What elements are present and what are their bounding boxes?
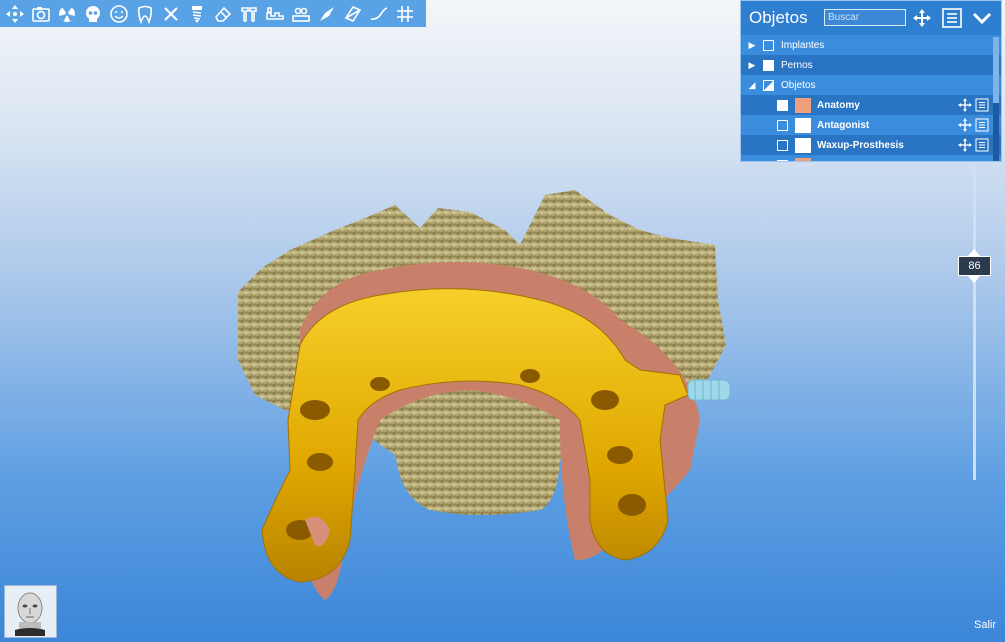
slider-value[interactable]: 86 (958, 256, 991, 276)
collapse-icon[interactable]: ◢ (745, 80, 759, 91)
panel-scrollbar[interactable] (993, 37, 999, 161)
panel-title: Objetos (749, 8, 808, 27)
object-row-waxup-prosthesis[interactable]: Waxup-Prosthesis (741, 135, 1001, 155)
visibility-checkbox[interactable] (763, 39, 774, 51)
visibility-checkbox[interactable] (763, 79, 774, 91)
close-icon[interactable] (158, 0, 184, 27)
abutment-icon[interactable] (236, 0, 262, 27)
object-row-antagonist[interactable]: Antagonist (741, 115, 1001, 135)
wax-knife-icon[interactable] (314, 0, 340, 27)
curve-icon[interactable] (366, 0, 392, 27)
visibility-checkbox[interactable] (763, 59, 774, 71)
top-toolbar (0, 0, 426, 27)
move-icon[interactable] (2, 0, 28, 27)
color-swatch[interactable] (795, 157, 811, 161)
group-row-pernos[interactable]: ▶ Pernos (741, 55, 1001, 75)
tooth-icon[interactable] (132, 0, 158, 27)
expand-icon[interactable]: ▶ (745, 60, 759, 71)
object-row-anatomy[interactable]: Anatomy (741, 95, 1001, 115)
move-icon[interactable] (958, 98, 972, 112)
skull-icon[interactable] (80, 0, 106, 27)
object-label: Waxup-Prosthesis (817, 139, 904, 151)
object-menu-icon[interactable] (975, 98, 989, 112)
arch-icon[interactable] (288, 0, 314, 27)
color-swatch[interactable] (795, 117, 811, 133)
group-row-implantes[interactable]: ▶ Implantes (741, 35, 1001, 55)
object-label: Anatomy (817, 99, 860, 111)
object-menu-icon[interactable] (975, 118, 989, 132)
head-icon (15, 592, 45, 636)
crown-bridge-icon[interactable] (262, 0, 288, 27)
object-menu-icon[interactable] (975, 138, 989, 152)
implant-screw-icon[interactable] (184, 0, 210, 27)
object-label: Antagonist (817, 119, 870, 131)
move-icon[interactable] (911, 7, 933, 29)
slider-down-arrow[interactable] (968, 276, 980, 283)
grid-icon[interactable] (392, 0, 418, 27)
group-row-objetos[interactable]: ◢ Objetos (741, 75, 1001, 95)
face-icon[interactable] (106, 0, 132, 27)
group-label: Pernos (781, 59, 813, 71)
visibility-checkbox[interactable] (777, 159, 788, 161)
opacity-slider-track[interactable] (973, 163, 976, 480)
panel-header: Objetos (741, 1, 1001, 35)
cut-plane-icon[interactable] (340, 0, 366, 27)
expand-icon[interactable]: ▶ (745, 40, 759, 51)
scrollbar-thumb[interactable] (993, 37, 999, 103)
eraser-icon[interactable] (210, 0, 236, 27)
view-orientation-face-button[interactable] (4, 585, 57, 638)
color-swatch[interactable] (795, 137, 811, 153)
camera-icon[interactable] (28, 0, 54, 27)
implant-thread (687, 379, 731, 401)
visibility-checkbox[interactable] (777, 139, 788, 151)
group-label: Implantes (781, 39, 825, 51)
visibility-checkbox[interactable] (777, 119, 788, 131)
color-swatch[interactable] (795, 97, 811, 113)
move-icon[interactable] (958, 138, 972, 152)
search-input[interactable] (824, 9, 906, 26)
chevron-down-icon[interactable] (971, 7, 993, 29)
exit-link[interactable]: Salir (974, 619, 996, 631)
list-menu-icon[interactable] (941, 7, 963, 29)
objects-panel: Objetos ▶ Implantes ▶ Pernos ◢ Objetos Anat… (740, 0, 1002, 162)
radiation-icon[interactable] (54, 0, 80, 27)
object-row-partial[interactable] (741, 155, 1001, 161)
slider-up-arrow[interactable] (968, 249, 980, 256)
move-icon[interactable] (958, 118, 972, 132)
group-label: Objetos (781, 79, 816, 91)
visibility-checkbox[interactable] (777, 99, 788, 111)
